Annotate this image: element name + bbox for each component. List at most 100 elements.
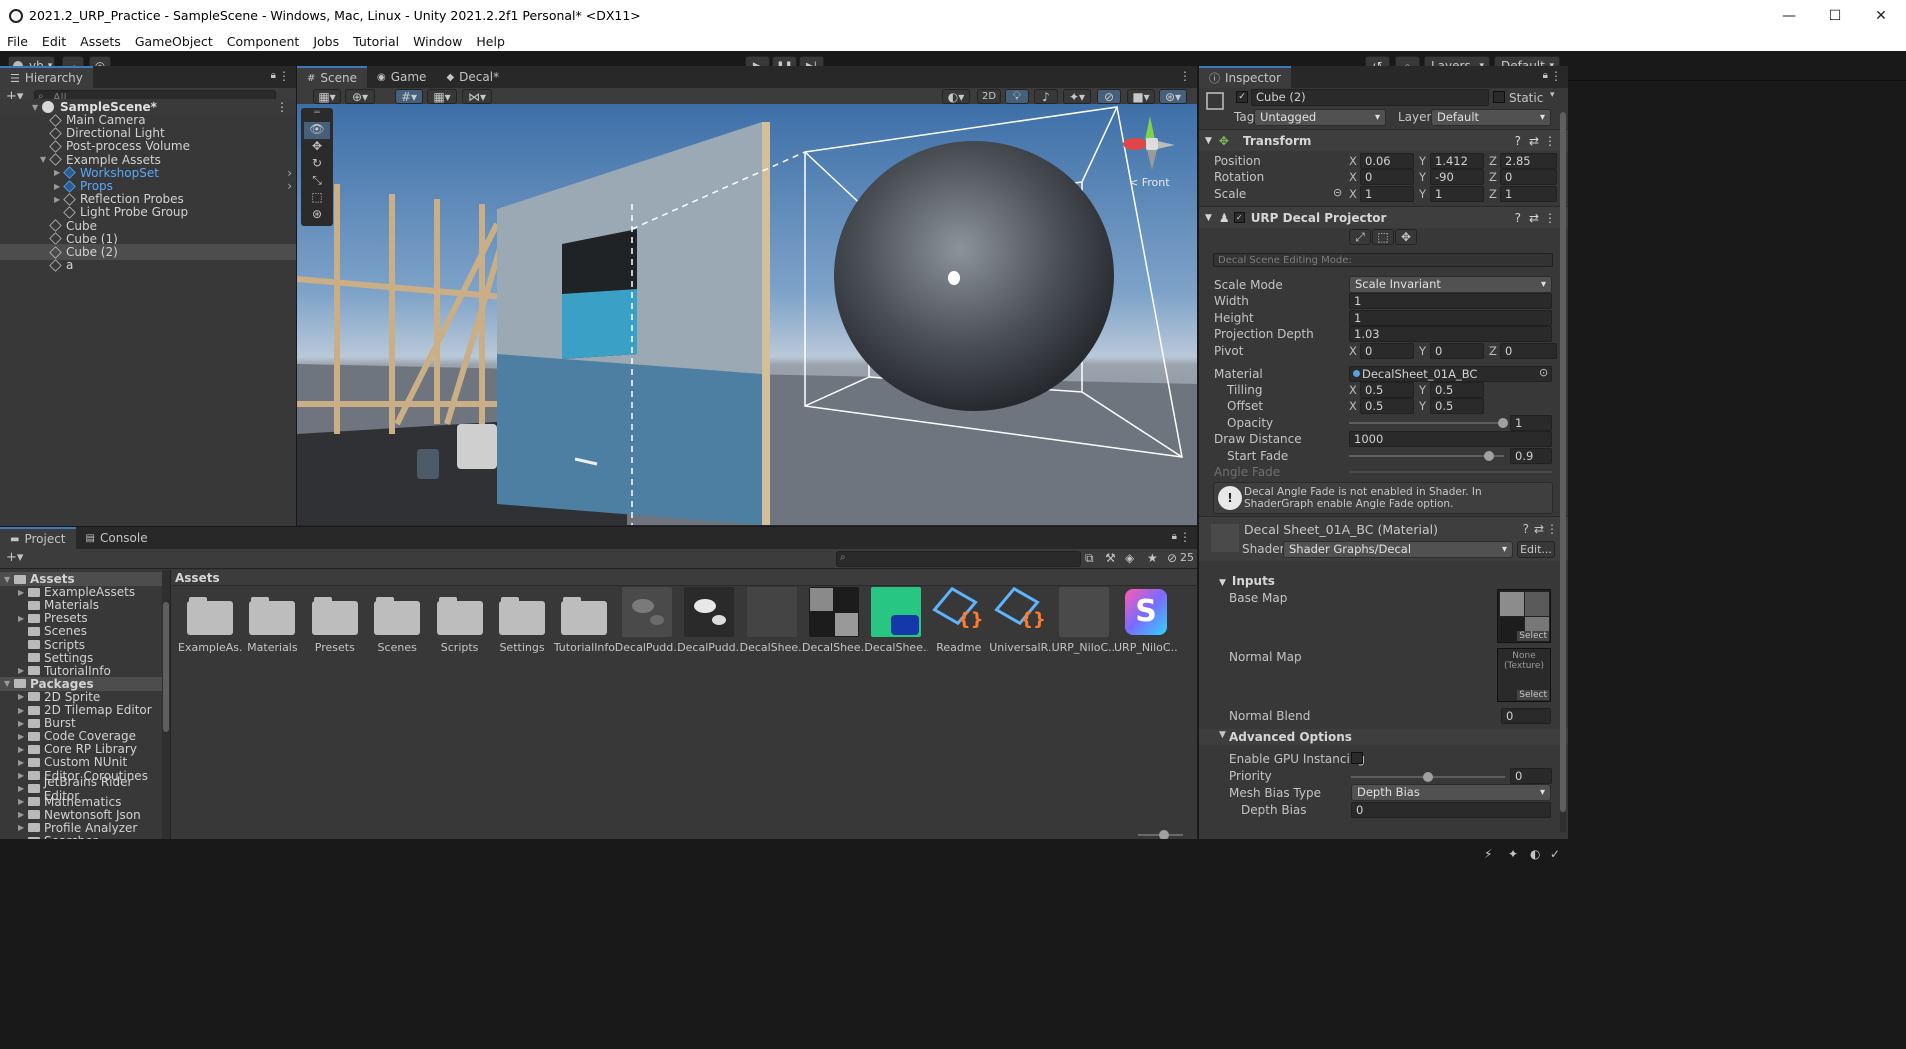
preset-icon[interactable]: ⇄: [1534, 522, 1544, 536]
asset-item[interactable]: URP_NiloC...: [1052, 587, 1116, 655]
menu-item-component[interactable]: Component: [220, 34, 307, 49]
folder-tree-item[interactable]: Scenes: [0, 624, 87, 638]
filter-icon[interactable]: ⚒: [1105, 551, 1116, 565]
expand-icon[interactable]: ▶: [18, 666, 28, 675]
scale-x-field[interactable]: 1: [1360, 186, 1414, 202]
pivot-y-field[interactable]: 0: [1430, 343, 1484, 359]
lighting-toggle-icon[interactable]: 💡︎: [1005, 89, 1029, 104]
shading-dropdown[interactable]: ◐▾: [942, 89, 970, 104]
folder-tree-item[interactable]: Scripts: [0, 638, 85, 652]
asset-item[interactable]: Settings: [493, 587, 551, 655]
opacity-field[interactable]: 1: [1510, 415, 1552, 431]
effects-dropdown[interactable]: ✦▾: [1063, 89, 1091, 104]
rotate-tool-icon[interactable]: ↻: [301, 156, 333, 173]
label-icon[interactable]: ◈: [1125, 551, 1134, 565]
asset-item[interactable]: DecalShee...: [740, 587, 804, 655]
draw-mode-dropdown[interactable]: ▦▾: [313, 89, 341, 104]
draw-distance-field[interactable]: 1000: [1349, 431, 1552, 447]
depth-bias-field[interactable]: 0: [1351, 802, 1551, 818]
expand-icon[interactable]: ▶: [18, 614, 28, 623]
offset-y-field[interactable]: 0.5: [1430, 398, 1484, 414]
folder-tree-item[interactable]: ▶ 2D Tilemap Editor: [0, 703, 152, 717]
expand-icon[interactable]: ▶: [18, 771, 28, 780]
expand-icon[interactable]: ▶: [18, 692, 28, 701]
view-tool-icon[interactable]: 👁︎: [304, 122, 330, 139]
edit-pivot-icon[interactable]: ✥: [1395, 229, 1417, 245]
folder-tree-item[interactable]: ▶ TutorialInfo: [0, 664, 111, 678]
expand-icon[interactable]: ▶: [54, 168, 64, 177]
collapse-icon[interactable]: ▼: [32, 103, 42, 112]
help-icon[interactable]: ?: [1515, 211, 1521, 225]
normal-blend-field[interactable]: 0: [1501, 708, 1551, 724]
expand-icon[interactable]: ▼: [4, 575, 14, 584]
gpu-instancing-checkbox[interactable]: [1351, 752, 1363, 764]
normal-map-texture-slot[interactable]: None (Texture) Select: [1497, 648, 1551, 702]
breadcrumb-assets[interactable]: Assets: [175, 571, 220, 585]
expand-icon[interactable]: ▶: [18, 758, 28, 767]
rotation-y-field[interactable]: -90: [1430, 169, 1484, 185]
tag-dropdown[interactable]: Untagged: [1254, 109, 1386, 126]
folder-tree-item[interactable]: ▶ Core RP Library: [0, 742, 137, 756]
help-icon[interactable]: ?: [1523, 522, 1529, 536]
folder-tree-item[interactable]: ▶ 2D Sprite: [0, 690, 100, 704]
project-search-input[interactable]: [836, 551, 1081, 567]
opacity-slider-knob[interactable]: [1498, 418, 1508, 428]
asset-item[interactable]: Presets: [306, 587, 364, 655]
constrain-proportions-icon[interactable]: ⊝: [1333, 186, 1342, 199]
expand-icon[interactable]: ▶: [18, 810, 28, 819]
hidden-objects-icon[interactable]: ⊘: [1097, 89, 1121, 104]
edit-uv-icon[interactable]: ⬚: [1372, 229, 1394, 245]
menu-item-tutorial[interactable]: Tutorial: [346, 34, 406, 49]
lock-icon[interactable]: 🔒︎: [1172, 531, 1177, 542]
folder-tree-item[interactable]: ▼ Packages: [0, 676, 162, 691]
debug-icon[interactable]: ✦: [1508, 847, 1518, 861]
transform-tool-icon[interactable]: ⊛: [301, 207, 333, 224]
active-checkbox[interactable]: ✓: [1236, 91, 1248, 103]
mode-2d-button[interactable]: 2D: [977, 89, 1001, 104]
asset-item[interactable]: DecalPudd...: [677, 587, 741, 655]
global-dropdown[interactable]: ⊕▾: [345, 89, 375, 104]
scale-mode-dropdown[interactable]: Scale Invariant: [1349, 276, 1552, 293]
asset-item[interactable]: Scenes: [368, 587, 426, 655]
lock-icon[interactable]: 🔒︎: [1543, 70, 1548, 81]
tilling-y-field[interactable]: 0.5: [1430, 382, 1484, 398]
expand-icon[interactable]: ▼: [4, 679, 14, 688]
normal-map-select-button[interactable]: Select: [1517, 690, 1549, 700]
grid-dropdown[interactable]: ▦▾: [427, 89, 457, 104]
more-icon[interactable]: ⋮: [1550, 69, 1562, 83]
rotation-x-field[interactable]: 0: [1360, 169, 1414, 185]
increment-snap-button[interactable]: ⋈▾: [462, 89, 492, 104]
gizmos-dropdown[interactable]: ⊛▾: [1159, 89, 1187, 104]
expand-icon[interactable]: ▶: [18, 784, 28, 793]
object-name-field[interactable]: Cube (2): [1251, 89, 1489, 106]
expand-icon[interactable]: ▶: [18, 732, 28, 741]
asset-item[interactable]: Scripts: [431, 587, 489, 655]
progress-icon[interactable]: ◐: [1530, 847, 1540, 861]
folder-tree-item[interactable]: Settings: [0, 651, 93, 665]
asset-item[interactable]: DecalShee...: [802, 587, 866, 655]
asset-item[interactable]: ExampleAs...: [178, 587, 242, 655]
advanced-options-foldout[interactable]: ▼ Advanced Options: [1199, 729, 1568, 745]
expand-icon[interactable]: ▶: [18, 745, 28, 754]
position-x-field[interactable]: 0.06: [1360, 153, 1414, 169]
more-icon[interactable]: ⋮: [278, 69, 290, 83]
audio-toggle-icon[interactable]: ♪: [1034, 89, 1058, 104]
scene-more-icon[interactable]: ⋮: [1179, 69, 1191, 83]
asset-item[interactable]: DecalPudd...: [615, 587, 679, 655]
tab-decal[interactable]: ◆ Decal*: [436, 66, 509, 88]
menu-item-assets[interactable]: Assets: [73, 34, 128, 49]
edit-shader-button[interactable]: Edit...: [1517, 541, 1555, 558]
minimize-icon[interactable]: —: [1766, 0, 1812, 31]
priority-field[interactable]: 0: [1510, 768, 1552, 784]
tab-inspector[interactable]: ⓘ Inspector: [1199, 66, 1291, 88]
asset-item[interactable]: Materials: [243, 587, 301, 655]
material-object-field[interactable]: DecalSheet_01A_BC: [1349, 366, 1552, 382]
folder-tree-item[interactable]: ▶ Burst: [0, 716, 76, 730]
pivot-x-field[interactable]: 0: [1360, 343, 1414, 359]
expand-icon[interactable]: ▶: [18, 706, 28, 715]
favorite-icon[interactable]: ★: [1147, 551, 1158, 565]
move-tool-icon[interactable]: ✥: [301, 139, 333, 156]
asset-item[interactable]: DecalShee...: [864, 587, 928, 655]
hierarchy-item[interactable]: a: [0, 257, 296, 273]
start-fade-slider[interactable]: [1349, 455, 1504, 457]
